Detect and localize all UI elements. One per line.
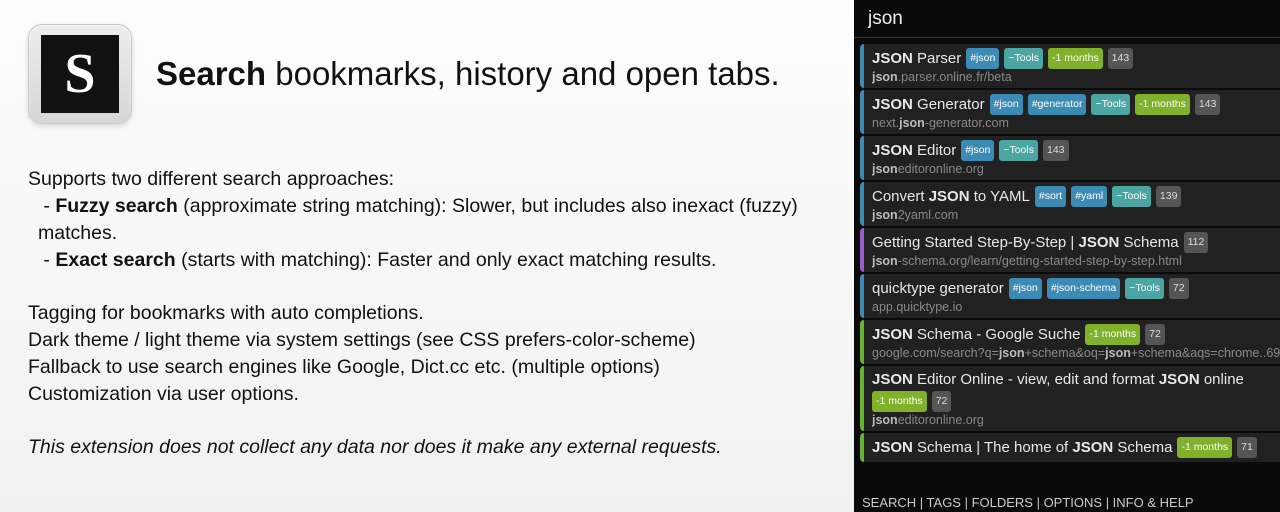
result-title: JSON Editor Online - view, edit and form…: [872, 370, 1280, 389]
logo-letter: S: [41, 35, 119, 113]
desc-fuzzy-label: Fuzzy search: [55, 195, 177, 217]
app-logo: S: [28, 24, 132, 124]
badge: #json: [961, 140, 994, 161]
badge: 71: [1237, 437, 1257, 458]
badge: -1 months: [1135, 94, 1190, 115]
search-input[interactable]: [868, 8, 1280, 30]
footer-nav[interactable]: SEARCH | TAGS | FOLDERS | OPTIONS | INFO…: [862, 495, 1194, 510]
result-title: JSON Editor#json~Tools143: [872, 140, 1280, 161]
result-item[interactable]: JSON Schema - Google Suche-1 months72goo…: [860, 320, 1280, 364]
badge: 143: [1108, 48, 1134, 69]
desc-line6: Customization via user options.: [28, 381, 840, 408]
result-item[interactable]: JSON Editor#json~Tools143jsoneditoronlin…: [860, 136, 1280, 180]
badge: -1 months: [1177, 437, 1232, 458]
search-bar: [854, 0, 1280, 38]
result-url: json.parser.online.fr/beta: [872, 70, 1280, 84]
desc-exact: - Exact search (starts with matching): F…: [28, 247, 840, 274]
badge: 72: [1169, 278, 1189, 299]
badge: #json: [966, 48, 999, 69]
result-item[interactable]: JSON Schema | The home of JSON Schema-1 …: [860, 433, 1280, 462]
result-title: JSON Generator#json#generator~Tools-1 mo…: [872, 94, 1280, 115]
badge: ~Tools: [1091, 94, 1130, 115]
badge: 72: [932, 391, 952, 412]
tagline-strong: Search: [156, 55, 266, 92]
result-title: Getting Started Step-By-Step | JSON Sche…: [872, 232, 1280, 253]
description-body: Supports two different search approaches…: [28, 166, 840, 461]
desc-fuzzy: - Fuzzy search (approximate string match…: [28, 193, 840, 247]
desc-line5: Fallback to use search engines like Goog…: [28, 354, 840, 381]
result-title: JSON Parser#json~Tools-1 months143: [872, 48, 1280, 69]
result-url: jsoneditoronline.org: [872, 413, 1280, 427]
badge: ~Tools: [1112, 186, 1151, 207]
desc-intro: Supports two different search approaches…: [28, 166, 840, 193]
desc-line3: Tagging for bookmarks with auto completi…: [28, 300, 840, 327]
result-item[interactable]: JSON Editor Online - view, edit and form…: [860, 366, 1280, 431]
result-item[interactable]: JSON Generator#json#generator~Tools-1 mo…: [860, 90, 1280, 134]
result-item[interactable]: Getting Started Step-By-Step | JSON Sche…: [860, 228, 1280, 272]
desc-exact-rest: (starts with matching): Faster and only …: [176, 249, 717, 271]
badge: #yaml: [1071, 186, 1107, 207]
badge: 139: [1156, 186, 1182, 207]
result-url: google.com/search?q=json+schema&oq=json+…: [872, 346, 1280, 360]
badge: ~Tools: [999, 140, 1038, 161]
badge: 72: [1145, 324, 1165, 345]
badge: #json: [1009, 278, 1042, 299]
result-url: jsoneditoronline.org: [872, 162, 1280, 176]
result-title: JSON Schema - Google Suche-1 months72: [872, 324, 1280, 345]
badge: ~Tools: [1125, 278, 1164, 299]
result-url: next.json-generator.com: [872, 116, 1280, 130]
badge: 143: [1043, 140, 1069, 161]
desc-exact-label: Exact search: [55, 249, 175, 271]
tagline: Search bookmarks, history and open tabs.: [156, 55, 780, 93]
results-list: JSON Parser#json~Tools-1 months143json.p…: [854, 38, 1280, 492]
badge-row: -1 months72: [872, 391, 1280, 412]
result-title: quicktype generator#json#json-schema~Too…: [872, 278, 1280, 299]
result-url: json-schema.org/learn/getting-started-st…: [872, 254, 1280, 268]
result-item[interactable]: JSON Parser#json~Tools-1 months143json.p…: [860, 44, 1280, 88]
result-url: app.quicktype.io: [872, 300, 1280, 314]
badge: -1 months: [1085, 324, 1140, 345]
result-title: JSON Schema | The home of JSON Schema-1 …: [872, 437, 1280, 458]
result-url: json2yaml.com: [872, 208, 1280, 222]
result-title: Convert JSON to YAML#sort#yaml~Tools139: [872, 186, 1280, 207]
badge: 143: [1195, 94, 1221, 115]
badge: #json-schema: [1047, 278, 1120, 299]
badge: -1 months: [872, 391, 927, 412]
badge: 112: [1184, 232, 1209, 253]
desc-disclaimer: This extension does not collect any data…: [28, 436, 722, 458]
result-item[interactable]: quicktype generator#json#json-schema~Too…: [860, 274, 1280, 318]
desc-line4: Dark theme / light theme via system sett…: [28, 327, 840, 354]
tagline-rest: bookmarks, history and open tabs.: [266, 55, 780, 92]
badge: #sort: [1035, 186, 1066, 207]
badge: ~Tools: [1004, 48, 1043, 69]
extension-popup: PRECISE JSON Parser#json~Tools-1 months1…: [854, 0, 1280, 512]
badge: #json: [990, 94, 1023, 115]
badge: #generator: [1028, 94, 1087, 115]
footer-bar: SEARCH | TAGS | FOLDERS | OPTIONS | INFO…: [854, 492, 1280, 512]
result-item[interactable]: Convert JSON to YAML#sort#yaml~Tools139j…: [860, 182, 1280, 226]
promo-panel: S Search bookmarks, history and open tab…: [0, 0, 854, 512]
badge: -1 months: [1048, 48, 1103, 69]
